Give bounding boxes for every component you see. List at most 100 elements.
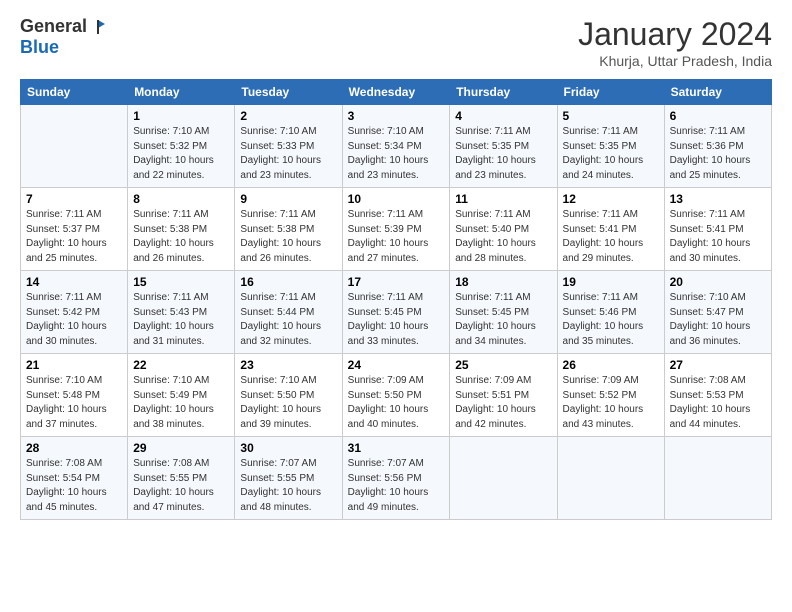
day-info: Sunrise: 7:08 AM Sunset: 5:53 PM Dayligh… xyxy=(670,374,766,432)
day-info: Sunrise: 7:08 AM Sunset: 5:54 PM Dayligh… xyxy=(26,457,122,515)
calendar-cell: 28 Sunrise: 7:08 AM Sunset: 5:54 PM Dayli… xyxy=(21,437,128,520)
week-row-2: 7Sunrise: 7:11 AM Sunset: 5:37 PM Daylig… xyxy=(21,188,772,271)
calendar-cell xyxy=(450,437,557,520)
day-number: 28 xyxy=(26,441,122,455)
day-info: Sunrise: 7:11 AM Sunset: 5:41 PM Dayligh… xyxy=(670,208,766,266)
day-info: Sunrise: 7:09 AM Sunset: 5:50 PM Dayligh… xyxy=(348,374,445,432)
day-number: 19 xyxy=(563,275,659,289)
calendar-cell: 2Sunrise: 7:10 AM Sunset: 5:33 PM Daylig… xyxy=(235,105,342,188)
day-number: 29 xyxy=(133,441,229,455)
calendar-cell: 4 Sunrise: 7:11 AM Sunset: 5:35 PM Daylig… xyxy=(450,105,557,188)
day-number: 15 xyxy=(133,275,229,289)
col-header-tuesday: Tuesday xyxy=(235,80,342,105)
calendar-cell: 9 Sunrise: 7:11 AM Sunset: 5:38 PM Daylig… xyxy=(235,188,342,271)
day-info: Sunrise: 7:11 AM Sunset: 5:41 PM Dayligh… xyxy=(563,208,659,266)
day-number: 27 xyxy=(670,358,766,372)
day-number: 21 xyxy=(26,358,122,372)
day-number: 18 xyxy=(455,275,551,289)
calendar-cell: 10Sunrise: 7:11 AM Sunset: 5:39 PM Dayli… xyxy=(342,188,450,271)
calendar-cell: 1 Sunrise: 7:10 AM Sunset: 5:32 PM Daylig… xyxy=(128,105,235,188)
day-number: 24 xyxy=(348,358,445,372)
calendar-cell: 13 Sunrise: 7:11 AM Sunset: 5:41 PM Dayli… xyxy=(664,188,771,271)
calendar-cell: 18 Sunrise: 7:11 AM Sunset: 5:45 PM Dayli… xyxy=(450,271,557,354)
calendar-cell: 22 Sunrise: 7:10 AM Sunset: 5:49 PM Dayli… xyxy=(128,354,235,437)
day-number: 23 xyxy=(240,358,336,372)
col-header-thursday: Thursday xyxy=(450,80,557,105)
col-header-monday: Monday xyxy=(128,80,235,105)
day-number: 8 xyxy=(133,192,229,206)
calendar-cell: 21Sunrise: 7:10 AM Sunset: 5:48 PM Dayli… xyxy=(21,354,128,437)
day-info: Sunrise: 7:11 AM Sunset: 5:45 PM Dayligh… xyxy=(348,291,445,349)
day-info: Sunrise: 7:11 AM Sunset: 5:36 PM Dayligh… xyxy=(670,125,766,183)
day-info: Sunrise: 7:11 AM Sunset: 5:35 PM Dayligh… xyxy=(455,125,551,183)
calendar-cell: 12 Sunrise: 7:11 AM Sunset: 5:41 PM Dayli… xyxy=(557,188,664,271)
calendar-cell: 6 Sunrise: 7:11 AM Sunset: 5:36 PM Daylig… xyxy=(664,105,771,188)
day-info: Sunrise: 7:11 AM Sunset: 5:42 PM Dayligh… xyxy=(26,291,122,349)
logo-general-text: General xyxy=(20,16,87,37)
calendar-cell: 15 Sunrise: 7:11 AM Sunset: 5:43 PM Dayli… xyxy=(128,271,235,354)
calendar-cell: 20Sunrise: 7:10 AM Sunset: 5:47 PM Dayli… xyxy=(664,271,771,354)
day-number: 10 xyxy=(348,192,445,206)
day-info: Sunrise: 7:11 AM Sunset: 5:46 PM Dayligh… xyxy=(563,291,659,349)
day-info: Sunrise: 7:11 AM Sunset: 5:40 PM Dayligh… xyxy=(455,208,551,266)
location: Khurja, Uttar Pradesh, India xyxy=(578,53,772,69)
day-number: 3 xyxy=(348,109,445,123)
calendar-cell: 16 Sunrise: 7:11 AM Sunset: 5:44 PM Dayli… xyxy=(235,271,342,354)
day-number: 5 xyxy=(563,109,659,123)
day-info: Sunrise: 7:11 AM Sunset: 5:38 PM Dayligh… xyxy=(133,208,229,266)
col-header-saturday: Saturday xyxy=(664,80,771,105)
day-number: 25 xyxy=(455,358,551,372)
day-number: 7 xyxy=(26,192,122,206)
day-number: 9 xyxy=(240,192,336,206)
logo: General Blue xyxy=(20,16,107,58)
calendar-cell: 14 Sunrise: 7:11 AM Sunset: 5:42 PM Dayli… xyxy=(21,271,128,354)
day-info: Sunrise: 7:10 AM Sunset: 5:50 PM Dayligh… xyxy=(240,374,336,432)
day-number: 31 xyxy=(348,441,445,455)
day-info: Sunrise: 7:11 AM Sunset: 5:43 PM Dayligh… xyxy=(133,291,229,349)
calendar-cell: 29 Sunrise: 7:08 AM Sunset: 5:55 PM Dayli… xyxy=(128,437,235,520)
calendar-cell: 8 Sunrise: 7:11 AM Sunset: 5:38 PM Daylig… xyxy=(128,188,235,271)
calendar-cell: 26 Sunrise: 7:09 AM Sunset: 5:52 PM Dayli… xyxy=(557,354,664,437)
day-number: 26 xyxy=(563,358,659,372)
day-info: Sunrise: 7:10 AM Sunset: 5:49 PM Dayligh… xyxy=(133,374,229,432)
day-number: 1 xyxy=(133,109,229,123)
header-row: SundayMondayTuesdayWednesdayThursdayFrid… xyxy=(21,80,772,105)
calendar-cell: 24 Sunrise: 7:09 AM Sunset: 5:50 PM Dayli… xyxy=(342,354,450,437)
day-number: 20 xyxy=(670,275,766,289)
calendar-cell: 5Sunrise: 7:11 AM Sunset: 5:35 PM Daylig… xyxy=(557,105,664,188)
day-number: 30 xyxy=(240,441,336,455)
page: General Blue January 2024 Khurja, Uttar … xyxy=(0,0,792,612)
day-info: Sunrise: 7:11 AM Sunset: 5:38 PM Dayligh… xyxy=(240,208,336,266)
week-row-5: 28 Sunrise: 7:08 AM Sunset: 5:54 PM Dayli… xyxy=(21,437,772,520)
day-info: Sunrise: 7:10 AM Sunset: 5:34 PM Dayligh… xyxy=(348,125,445,183)
day-info: Sunrise: 7:08 AM Sunset: 5:55 PM Dayligh… xyxy=(133,457,229,515)
calendar-cell: 25 Sunrise: 7:09 AM Sunset: 5:51 PM Dayli… xyxy=(450,354,557,437)
day-info: Sunrise: 7:09 AM Sunset: 5:51 PM Dayligh… xyxy=(455,374,551,432)
day-number: 4 xyxy=(455,109,551,123)
calendar-cell: 7Sunrise: 7:11 AM Sunset: 5:37 PM Daylig… xyxy=(21,188,128,271)
day-info: Sunrise: 7:07 AM Sunset: 5:56 PM Dayligh… xyxy=(348,457,445,515)
day-number: 14 xyxy=(26,275,122,289)
logo-blue-text: Blue xyxy=(20,37,59,58)
week-row-1: 1 Sunrise: 7:10 AM Sunset: 5:32 PM Daylig… xyxy=(21,105,772,188)
day-info: Sunrise: 7:11 AM Sunset: 5:45 PM Dayligh… xyxy=(455,291,551,349)
calendar-cell: 30 Sunrise: 7:07 AM Sunset: 5:55 PM Dayli… xyxy=(235,437,342,520)
calendar-cell: 27 Sunrise: 7:08 AM Sunset: 5:53 PM Dayli… xyxy=(664,354,771,437)
day-info: Sunrise: 7:10 AM Sunset: 5:33 PM Dayligh… xyxy=(240,125,336,183)
month-title: January 2024 xyxy=(578,16,772,53)
calendar-cell: 19 Sunrise: 7:11 AM Sunset: 5:46 PM Dayli… xyxy=(557,271,664,354)
week-row-3: 14 Sunrise: 7:11 AM Sunset: 5:42 PM Dayli… xyxy=(21,271,772,354)
day-info: Sunrise: 7:09 AM Sunset: 5:52 PM Dayligh… xyxy=(563,374,659,432)
day-number: 13 xyxy=(670,192,766,206)
day-info: Sunrise: 7:10 AM Sunset: 5:32 PM Dayligh… xyxy=(133,125,229,183)
day-number: 16 xyxy=(240,275,336,289)
calendar-cell xyxy=(21,105,128,188)
day-number: 22 xyxy=(133,358,229,372)
day-info: Sunrise: 7:11 AM Sunset: 5:44 PM Dayligh… xyxy=(240,291,336,349)
day-number: 6 xyxy=(670,109,766,123)
day-number: 12 xyxy=(563,192,659,206)
header: General Blue January 2024 Khurja, Uttar … xyxy=(20,16,772,69)
col-header-friday: Friday xyxy=(557,80,664,105)
title-block: January 2024 Khurja, Uttar Pradesh, Indi… xyxy=(578,16,772,69)
day-info: Sunrise: 7:07 AM Sunset: 5:55 PM Dayligh… xyxy=(240,457,336,515)
